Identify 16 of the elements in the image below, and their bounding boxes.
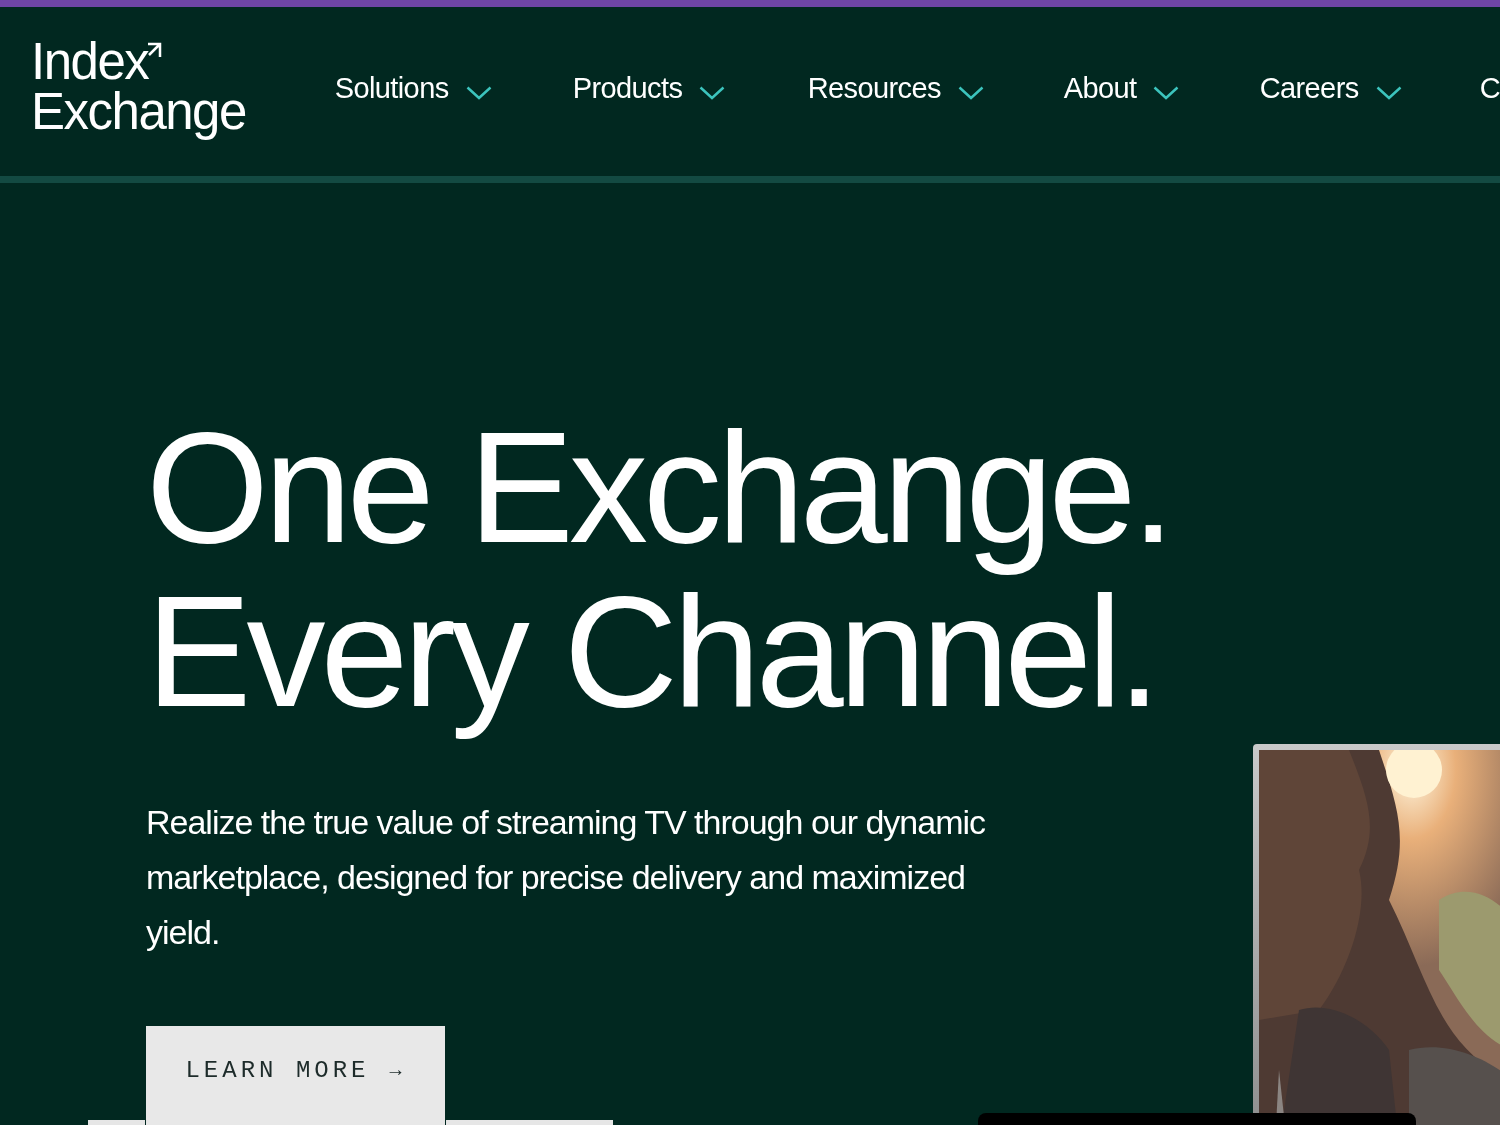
chevron-down-icon	[1153, 85, 1180, 100]
nav-link[interactable]: Products	[572, 66, 726, 111]
chevron-down-icon	[465, 85, 492, 100]
nav-link[interactable]: Solutions	[334, 66, 492, 111]
hero-headline: One Exchange. Every Channel.	[146, 405, 1171, 741]
nav-link[interactable]: C	[1479, 66, 1500, 111]
nav-link[interactable]: About	[1063, 66, 1180, 111]
chevron-down-icon	[699, 85, 726, 100]
learn-more-button[interactable]: LEARN MORE →	[146, 1026, 445, 1125]
nav-link[interactable]: Resources	[807, 66, 984, 111]
nav-link[interactable]: Careers	[1259, 66, 1402, 111]
chevron-down-icon	[1375, 85, 1402, 100]
hero-description: Realize the true value of streaming TV through our dynamic marketplace, designed for precise delivery and maximized yield.	[146, 802, 987, 953]
device-edge	[88, 1120, 145, 1125]
chevron-down-icon	[957, 85, 984, 100]
logo-text: Index	[31, 36, 149, 87]
